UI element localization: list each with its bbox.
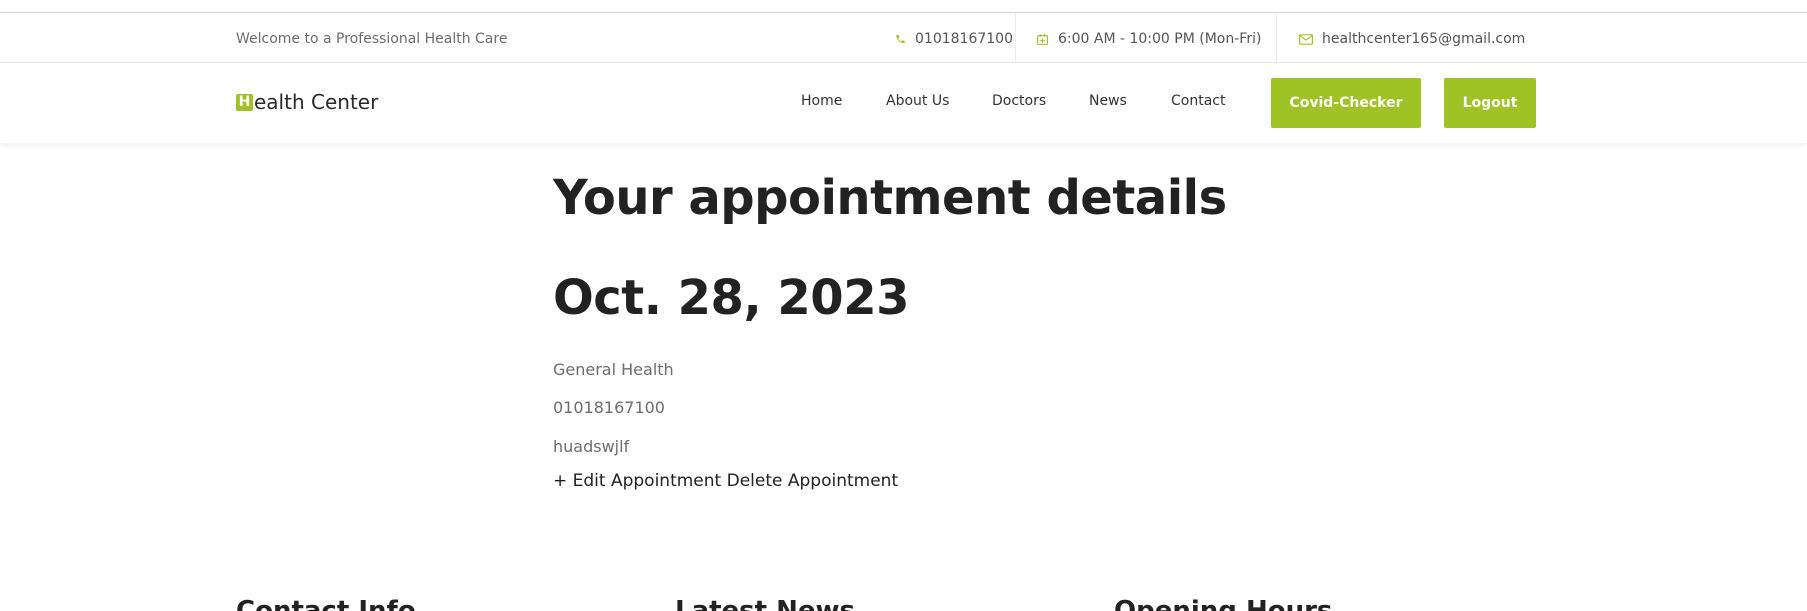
email-address: healthcenter165@gmail.com xyxy=(1322,31,1526,47)
divider xyxy=(1015,13,1016,63)
footer-latest-news-heading: Latest News xyxy=(675,596,856,611)
nav-news[interactable]: News xyxy=(1089,93,1127,109)
hours-contact: 6:00 AM - 10:00 PM (Mon-Fri) xyxy=(1036,29,1261,49)
edit-appointment-link[interactable]: + Edit Appointment xyxy=(553,471,721,491)
appointment-date: Oct. 28, 2023 xyxy=(553,270,909,326)
nav-contact[interactable]: Contact xyxy=(1171,93,1225,109)
covid-checker-button[interactable]: Covid-Checker xyxy=(1271,78,1421,128)
delete-appointment-link[interactable]: Delete Appointment xyxy=(727,471,899,491)
nav-home[interactable]: Home xyxy=(801,93,842,109)
appointment-message: huadswjlf xyxy=(553,437,630,456)
main-navbar: H ealth Center Home About Us Doctors New… xyxy=(0,63,1807,143)
logout-button[interactable]: Logout xyxy=(1444,78,1536,128)
footer-opening-hours-heading: Opening Hours xyxy=(1114,596,1333,611)
email-contact: healthcenter165@gmail.com xyxy=(1299,29,1525,49)
appointment-actions: + Edit Appointment Delete Appointment xyxy=(553,471,898,491)
phone-contact: 01018167100 xyxy=(895,29,1013,49)
calendar-icon xyxy=(1037,33,1048,45)
mail-icon xyxy=(1299,33,1313,45)
divider xyxy=(1276,13,1277,63)
nav-doctors[interactable]: Doctors xyxy=(992,93,1046,109)
top-info-bar: Welcome to a Professional Health Care 01… xyxy=(0,13,1807,63)
footer-contact-info-heading: Contact Info xyxy=(236,596,416,611)
brand-logo[interactable]: H ealth Center xyxy=(236,90,378,114)
appointment-department: General Health xyxy=(553,360,674,379)
opening-hours: 6:00 AM - 10:00 PM (Mon-Fri) xyxy=(1058,31,1262,47)
logo-text: ealth Center xyxy=(254,90,379,114)
page-title: Your appointment details xyxy=(553,170,1227,226)
nav-about-us[interactable]: About Us xyxy=(886,93,949,109)
phone-icon xyxy=(896,34,905,44)
welcome-text: Welcome to a Professional Health Care xyxy=(236,31,508,47)
logo-initial: H xyxy=(236,93,253,111)
appointment-phone: 01018167100 xyxy=(553,398,665,417)
phone-number: 01018167100 xyxy=(915,31,1013,47)
